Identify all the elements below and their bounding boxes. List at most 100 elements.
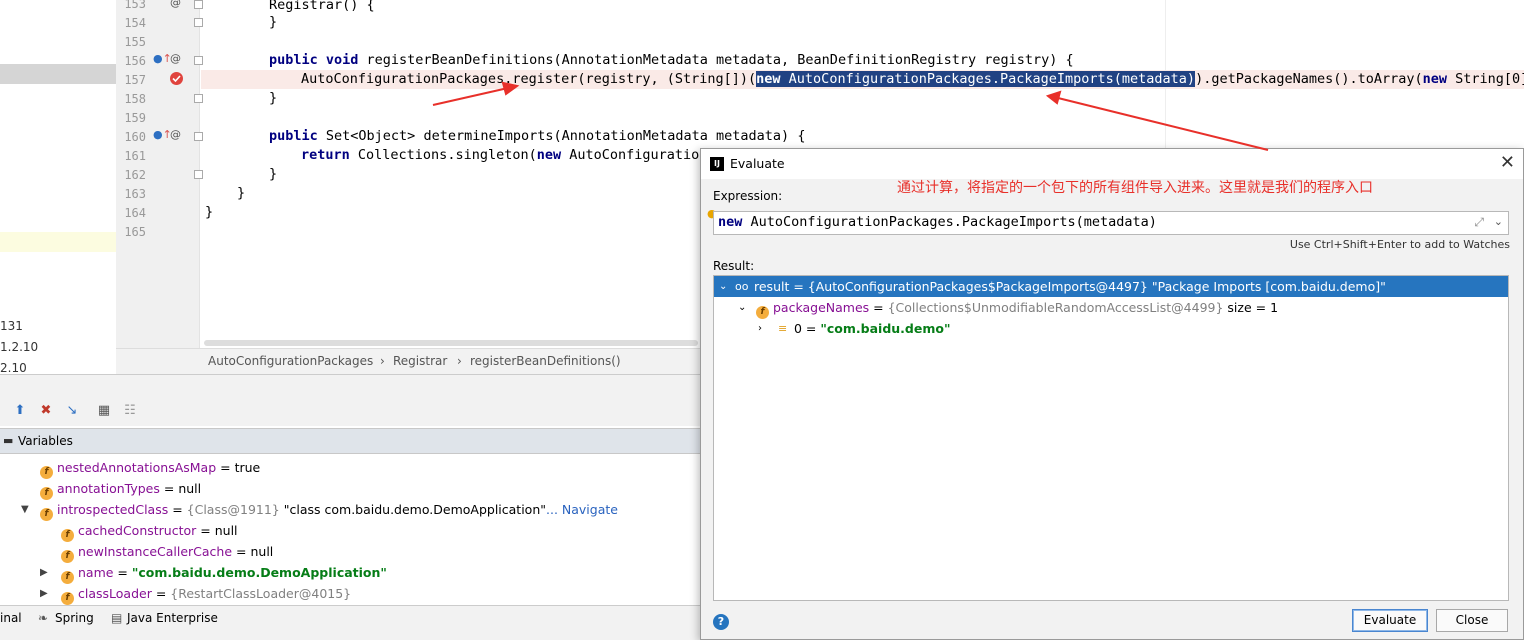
editor-horizontal-scrollbar[interactable] <box>204 340 698 346</box>
variable-row[interactable]: f name = "com.baidu.demo.DemoApplication" <box>61 562 387 584</box>
run-to-cursor-icon[interactable]: ↘ <box>64 403 80 419</box>
watch-glasses-icon: oo <box>735 280 749 293</box>
breadcrumb-separator: › <box>457 354 462 368</box>
variable-row[interactable]: f nestedAnnotationsAsMap = true <box>40 457 260 479</box>
spring-icon[interactable]: ❧ <box>38 611 48 625</box>
expression-text[interactable]: new AutoConfigurationPackages.PackageImp… <box>718 214 1157 230</box>
evaluate-expression-icon[interactable]: ▦ <box>96 403 112 419</box>
field-icon: f <box>61 592 74 605</box>
tab-spring[interactable]: Spring <box>55 611 94 625</box>
trace-stream-icon[interactable]: ☷ <box>122 403 138 419</box>
code-text: registerBeanDefinitions(AnnotationMetada… <box>358 52 1074 68</box>
variable-eq: = <box>196 523 215 538</box>
code-line[interactable]: public void registerBeanDefinitions(Anno… <box>269 51 1074 70</box>
project-tree-item[interactable]: 1.2.10 <box>0 340 38 354</box>
expression-input[interactable]: new AutoConfigurationPackages.PackageImp… <box>713 211 1509 235</box>
breadcrumb-item[interactable]: AutoConfigurationPackages <box>208 354 373 368</box>
project-tree-item[interactable]: 2.10 <box>0 361 27 375</box>
code-line[interactable]: } <box>269 89 277 108</box>
code-line[interactable]: Registrar() { <box>269 0 375 15</box>
code-text: AutoConfiguration <box>561 147 708 163</box>
variable-size: size = 1 <box>1223 300 1279 315</box>
chevron-down-icon[interactable]: ⌄ <box>738 297 746 318</box>
close-icon[interactable]: ✕ <box>1500 153 1515 173</box>
breadcrumb-item[interactable]: registerBeanDefinitions() <box>470 354 621 368</box>
variable-name: newInstanceCallerCache <box>78 544 233 559</box>
field-icon: f <box>40 508 53 521</box>
override-marker-icon[interactable]: @ <box>170 0 181 9</box>
override-marker-icon[interactable]: @ <box>170 52 181 65</box>
keyword: new <box>1422 71 1448 87</box>
fold-marker-icon[interactable] <box>194 170 203 179</box>
drop-frame-icon[interactable]: ✖ <box>38 403 54 419</box>
fold-marker-icon[interactable] <box>194 94 203 103</box>
annotation-text: 通过计算，将指定的一个包下的所有组件导入进来。这里就是我们的程序入口 <box>897 180 1373 196</box>
project-tree-selected-row[interactable] <box>0 64 116 84</box>
annotation-arrowhead <box>1045 90 1062 105</box>
line-number: 164 <box>124 206 146 220</box>
chevron-down-icon[interactable]: ⌄ <box>1494 215 1503 228</box>
keyword: new <box>536 147 562 163</box>
code-line[interactable]: } <box>269 13 277 32</box>
code-line[interactable]: return Collections.singleton(new AutoCon… <box>301 146 707 165</box>
fold-marker-icon[interactable] <box>194 0 203 9</box>
variable-row[interactable]: f classLoader = {RestartClassLoader@4015} <box>61 583 351 605</box>
chevron-down-icon[interactable]: ▼ <box>21 504 29 515</box>
implements-marker-icon[interactable]: ●↑ <box>153 52 172 65</box>
variable-eq: = <box>869 300 888 315</box>
line-number: 155 <box>124 35 146 49</box>
code-line[interactable]: public Set<Object> determineImports(Anno… <box>269 127 805 146</box>
override-marker-icon[interactable]: @ <box>170 128 181 141</box>
code-text: ).getPackageNames().toArray( <box>1195 71 1423 87</box>
fold-marker-icon[interactable] <box>194 132 203 141</box>
java-enterprise-icon[interactable]: ▤ <box>111 611 122 625</box>
expand-icon[interactable]: ⤢ <box>1474 215 1484 230</box>
tab-terminal[interactable]: inal <box>0 611 22 625</box>
code-text: String[0])) <box>1455 71 1524 87</box>
variable-row[interactable]: f cachedConstructor = null <box>61 520 238 542</box>
selected-expression[interactable]: new AutoConfigurationPackages.PackageImp… <box>756 71 1196 87</box>
keyword: new <box>756 71 781 87</box>
breakpoint-icon[interactable] <box>169 71 184 86</box>
chevron-right-icon[interactable]: ▶ <box>40 567 48 578</box>
result-row-root[interactable]: ⌄ oo result = {AutoConfigurationPackages… <box>714 276 1508 297</box>
fold-marker-icon[interactable] <box>194 18 203 27</box>
breadcrumb-item[interactable]: Registrar <box>393 354 447 368</box>
code-line-breakpoint[interactable]: AutoConfigurationPackages.register(regis… <box>301 70 1524 89</box>
variable-row[interactable]: f introspectedClass = {Class@1911} "class… <box>40 499 618 521</box>
dialog-titlebar[interactable]: IJ Evaluate ✕ <box>701 149 1523 179</box>
variable-row[interactable]: f annotationTypes = null <box>40 478 201 500</box>
variable-eq: = <box>232 544 251 559</box>
collapse-icon[interactable]: ▬ <box>3 434 13 447</box>
keyword: new <box>718 214 743 230</box>
variables-header: ▬ Variables <box>0 428 700 454</box>
code-line[interactable]: } <box>237 184 245 203</box>
variable-name: classLoader <box>78 586 152 601</box>
implements-marker-icon[interactable]: ●↑ <box>153 128 172 141</box>
help-icon[interactable]: ? <box>713 614 729 630</box>
chevron-right-icon[interactable]: ▶ <box>40 588 48 599</box>
code-text: AutoConfigurationPackages.PackageImports… <box>780 71 1196 87</box>
chevron-right-icon[interactable]: › <box>758 318 762 339</box>
fold-marker-icon[interactable] <box>194 56 203 65</box>
variable-eq: = <box>801 321 821 336</box>
variable-row[interactable]: f newInstanceCallerCache = null <box>61 541 274 563</box>
variable-eq: = <box>113 565 132 580</box>
code-line[interactable]: } <box>205 203 213 222</box>
watch-hint: Use Ctrl+Shift+Enter to add to Watches <box>1289 238 1510 251</box>
step-out-icon[interactable]: ⬆ <box>12 403 28 419</box>
project-tree-item[interactable]: 131 <box>0 319 23 333</box>
line-number: 156 <box>124 54 146 68</box>
result-row[interactable]: ⌄ f packageNames = {Collections$Unmodifia… <box>714 297 1508 319</box>
variable-value: null <box>250 544 274 559</box>
code-line[interactable]: } <box>269 165 277 184</box>
result-row[interactable]: › ≡ 0 = "com.baidu.demo" <box>714 318 1508 339</box>
tab-java-enterprise[interactable]: Java Enterprise <box>127 611 218 625</box>
keyword: public <box>269 128 318 144</box>
close-button[interactable]: Close <box>1436 609 1508 632</box>
result-tree[interactable]: ⌄ oo result = {AutoConfigurationPackages… <box>713 275 1509 601</box>
navigate-link[interactable]: ... Navigate <box>546 502 618 517</box>
chevron-down-icon[interactable]: ⌄ <box>719 276 727 297</box>
evaluate-button[interactable]: Evaluate <box>1352 609 1428 632</box>
dialog-title: Evaluate <box>730 156 785 171</box>
